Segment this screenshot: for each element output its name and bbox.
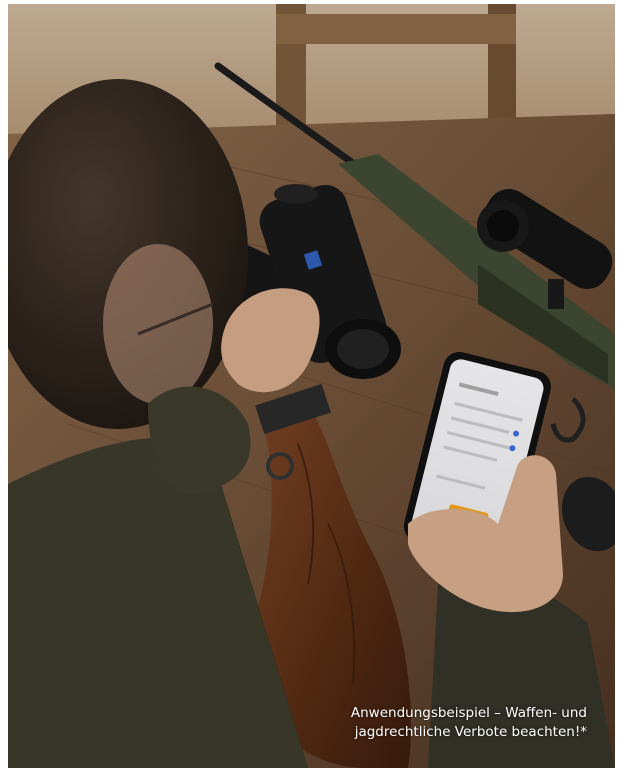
product-photo: Anwendungsbeispiel – Waffen- und jagdrec… [8, 4, 615, 768]
caption-line-2: jagdrechtliche Verbote beachten!* [354, 724, 587, 740]
photo-caption: Anwendungsbeispiel – Waffen- und jagdrec… [287, 704, 587, 742]
caption-line-1: Anwendungsbeispiel – Waffen- und [350, 705, 587, 721]
photo-illustration [8, 4, 615, 768]
